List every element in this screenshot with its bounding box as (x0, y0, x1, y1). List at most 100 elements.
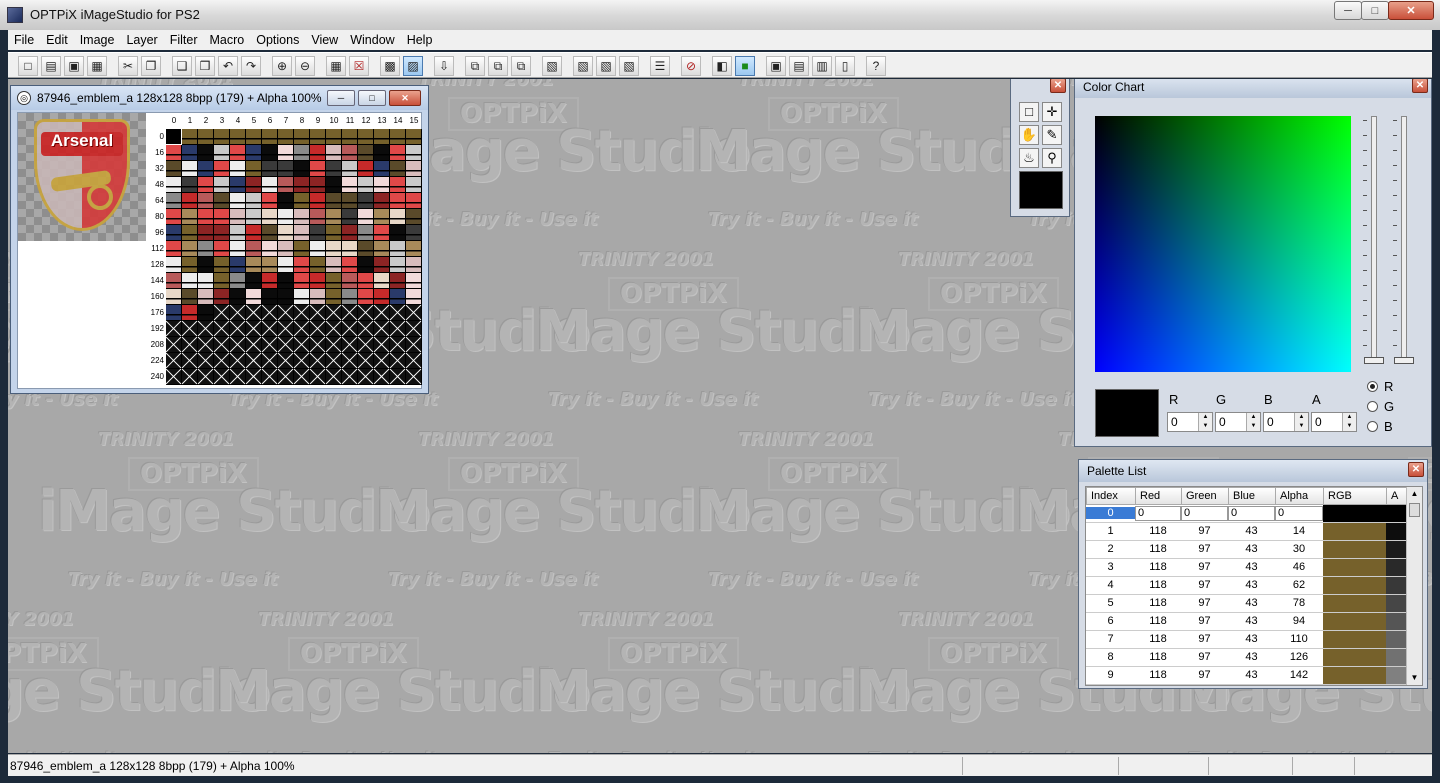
palette-cell[interactable] (406, 289, 421, 304)
maximize-button[interactable]: □ (1361, 1, 1389, 20)
palette-cell[interactable] (358, 161, 373, 176)
palette-cell[interactable] (230, 353, 245, 368)
palette-cell[interactable] (310, 305, 325, 320)
palette-cell[interactable] (390, 353, 405, 368)
palette-cell[interactable] (198, 177, 213, 192)
menu-image[interactable]: Image (74, 33, 121, 47)
table-row[interactable]: 2 118 97 43 30 (1086, 541, 1408, 559)
palette-cell[interactable] (198, 225, 213, 240)
palette-cell[interactable] (374, 225, 389, 240)
palette-cell[interactable] (310, 257, 325, 272)
palette-cell[interactable] (166, 241, 181, 256)
palette-cell[interactable] (198, 289, 213, 304)
select-rect-icon[interactable]: □ (1019, 102, 1039, 122)
stop-icon[interactable]: ⊘ (681, 56, 701, 76)
palette-cell[interactable] (262, 289, 277, 304)
palette-cell[interactable] (166, 353, 181, 368)
palette-cell[interactable] (390, 225, 405, 240)
table-row[interactable]: 1 118 97 43 14 (1086, 523, 1408, 541)
header-blue[interactable]: Blue (1228, 487, 1276, 505)
palette-cell[interactable] (406, 273, 421, 288)
palette-cell[interactable] (358, 145, 373, 160)
redo-icon[interactable]: ↷ (241, 56, 261, 76)
alpha-spinner[interactable]: 0 ▲ ▼ (1311, 412, 1357, 432)
palette-cell[interactable] (166, 289, 181, 304)
save-icon[interactable]: ▣ (64, 56, 84, 76)
palette-cell[interactable] (262, 305, 277, 320)
device-icon[interactable]: ▯ (835, 56, 855, 76)
palette-cell[interactable] (342, 369, 357, 384)
palette-cell[interactable] (262, 257, 277, 272)
document-minimize-button[interactable]: ─ (327, 90, 355, 106)
palette-cell[interactable] (262, 145, 277, 160)
palette-cell[interactable] (390, 129, 405, 144)
palette-cell[interactable] (166, 305, 181, 320)
header-a[interactable]: A (1386, 487, 1408, 505)
palette-cell[interactable] (358, 337, 373, 352)
palette-cell[interactable] (326, 257, 341, 272)
view2-icon[interactable]: ▤ (789, 56, 809, 76)
palette-cell[interactable] (198, 209, 213, 224)
grid-icon[interactable]: ▦ (326, 56, 346, 76)
palette-cells[interactable] (165, 128, 422, 385)
palette-cell[interactable] (294, 225, 309, 240)
palette-cell[interactable] (230, 337, 245, 352)
palette-cell[interactable] (358, 321, 373, 336)
palette-cell-red[interactable]: 0 (1135, 506, 1181, 521)
palette-cell[interactable] (342, 289, 357, 304)
current-color-swatch[interactable] (1019, 171, 1063, 209)
palette-cell[interactable] (310, 193, 325, 208)
palette-cell[interactable] (310, 209, 325, 224)
palette-cell[interactable] (294, 177, 309, 192)
palette-cell[interactable] (246, 129, 261, 144)
palette-cell[interactable] (198, 129, 213, 144)
palette-cell[interactable] (326, 353, 341, 368)
radio-b[interactable]: B (1367, 419, 1393, 434)
palette-cell[interactable] (310, 289, 325, 304)
palette-cell[interactable] (310, 337, 325, 352)
menu-macro[interactable]: Macro (204, 33, 251, 47)
palette-cell[interactable] (374, 193, 389, 208)
table-row[interactable]: 7 118 97 43 110 (1086, 631, 1408, 649)
palette-cell[interactable] (278, 209, 293, 224)
copy-icon[interactable]: ❐ (141, 56, 161, 76)
palette-cell[interactable] (166, 209, 181, 224)
header-rgb[interactable]: RGB (1323, 487, 1387, 505)
hand-icon[interactable]: ✋ (1019, 125, 1039, 145)
palette-cell[interactable] (246, 273, 261, 288)
palette-cell[interactable] (390, 161, 405, 176)
palette-cell[interactable] (246, 321, 261, 336)
palette-cell[interactable] (406, 241, 421, 256)
palette-cell[interactable] (166, 161, 181, 176)
palette-cell[interactable] (214, 321, 229, 336)
merge2-icon[interactable]: ⧉ (488, 56, 508, 76)
palette-cell[interactable] (230, 225, 245, 240)
palette-cell[interactable] (342, 257, 357, 272)
import-icon[interactable]: ⇩ (434, 56, 454, 76)
palette-cell[interactable] (342, 321, 357, 336)
palette-cell[interactable] (390, 257, 405, 272)
palette-cell[interactable] (262, 193, 277, 208)
palette-cell[interactable] (182, 353, 197, 368)
palette-cell[interactable] (214, 161, 229, 176)
palette-cell[interactable] (262, 353, 277, 368)
palette-cell[interactable] (262, 225, 277, 240)
minimize-button[interactable]: ─ (1334, 1, 1362, 20)
palette-cell[interactable] (406, 161, 421, 176)
layer2-icon[interactable]: ▧ (573, 56, 593, 76)
color-gradient-area[interactable] (1095, 116, 1351, 372)
palette-cell[interactable] (326, 177, 341, 192)
palette-cell[interactable] (278, 257, 293, 272)
palette-cell[interactable] (406, 353, 421, 368)
palette-cell[interactable] (294, 369, 309, 384)
palette-cell[interactable] (390, 193, 405, 208)
palette-cell[interactable] (358, 257, 373, 272)
paste-special-icon[interactable]: ❒ (195, 56, 215, 76)
palette-cell[interactable] (198, 257, 213, 272)
palette-cell[interactable] (294, 145, 309, 160)
merge-icon[interactable]: ⧉ (465, 56, 485, 76)
palette-cell[interactable] (406, 225, 421, 240)
red-spinner[interactable]: 0 ▲ ▼ (1167, 412, 1213, 432)
palette-grid-icon[interactable]: ▨ (403, 56, 423, 76)
palette-cell[interactable] (374, 369, 389, 384)
